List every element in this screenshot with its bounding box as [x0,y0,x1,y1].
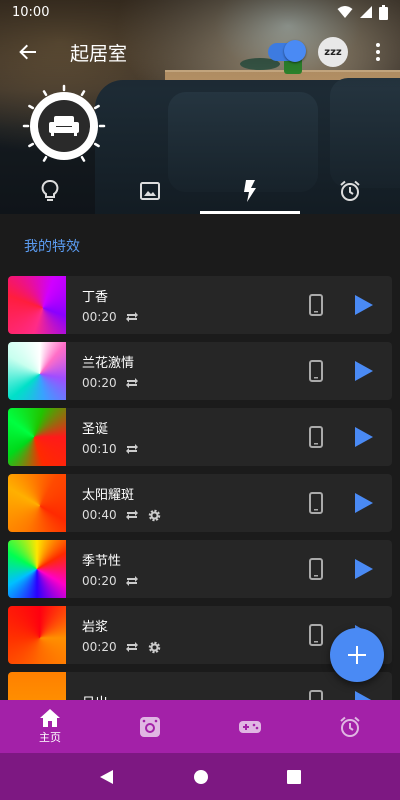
effect-color-swatch [8,276,66,334]
phone-icon [309,558,323,580]
add-effect-button[interactable] [330,628,384,682]
effect-duration: 00:20 [82,574,117,588]
wifi-icon [337,6,353,18]
alarm-icon [340,180,360,201]
bulb-icon [41,180,59,201]
effect-duration: 00:40 [82,508,117,522]
list-item[interactable]: 太阳耀斑 00:40 [8,474,392,532]
sleep-button[interactable]: zzz [318,37,348,67]
effect-duration: 00:10 [82,442,117,456]
play-icon [355,493,373,513]
gear-icon [148,509,160,521]
image-icon [140,182,160,200]
play-button[interactable] [336,427,392,447]
room-icon-badge[interactable] [22,84,106,168]
zzz-icon: zzz [324,46,342,58]
section-title-my-effects: 我的特效 [24,239,80,255]
list-item[interactable]: 丁香 00:20 [8,276,392,334]
repeat-icon [125,576,138,586]
effect-name: 兰花激情 [82,356,135,371]
repeat-icon [125,378,138,388]
app-bar: 起居室 zzz [0,28,400,76]
room-tabs [0,168,400,214]
more-options-button[interactable] [366,32,390,72]
system-navigation-bar [0,753,400,800]
signal-icon [360,6,372,18]
list-item[interactable]: 圣诞 00:10 [8,408,392,466]
home-nav-icon[interactable] [193,769,209,785]
list-item[interactable]: 日出 [8,672,392,700]
phone-icon [309,624,323,646]
nav-home[interactable]: 主页 [0,700,100,753]
effect-color-swatch [8,672,66,700]
repeat-icon [125,642,138,652]
list-item[interactable]: 兰花激情 00:20 [8,342,392,400]
effect-duration: 00:20 [82,376,117,390]
nav-home-label: 主页 [39,730,61,744]
play-button[interactable] [336,559,392,579]
repeat-icon [125,510,138,520]
arrow-back-icon [19,44,36,60]
play-icon [355,427,373,447]
phone-icon [309,360,323,382]
nav-routines[interactable] [300,700,400,753]
play-button[interactable] [336,361,392,381]
gamepad-icon [239,720,261,733]
effect-name: 季节性 [82,554,122,569]
effect-color-swatch [8,606,66,664]
effect-color-swatch [8,408,66,466]
flash-icon [244,180,256,202]
effect-duration: 00:20 [82,640,117,654]
effect-name: 圣诞 [82,422,109,437]
effect-color-swatch [8,540,66,598]
page-title: 起居室 [70,42,128,65]
back-button[interactable] [4,28,52,76]
status-time: 10:00 [12,4,50,20]
play-button[interactable] [336,493,392,513]
repeat-icon [125,312,138,322]
status-bar: 10:00 [0,0,400,24]
room-power-toggle[interactable] [268,40,306,62]
phone-icon [309,294,323,316]
tab-lights[interactable] [0,168,100,214]
repeat-icon [125,444,138,454]
sofa-icon [49,116,79,136]
effect-color-swatch [8,342,66,400]
nav-entertainment[interactable] [200,700,300,753]
tab-scenes[interactable] [100,168,200,214]
phone-icon [309,426,323,448]
effects-list: 丁香 00:20 兰花激情 00:20 圣诞 00:10 太阳耀斑 00:40 … [8,276,392,700]
effect-name: 岩浆 [82,619,109,635]
phone-icon [309,492,323,514]
bottom-navigation: 主页 [0,700,400,753]
play-icon [355,559,373,579]
battery-icon [379,4,388,20]
play-icon [355,361,373,381]
play-button[interactable] [336,691,392,700]
phone-icon [309,690,323,700]
tab-effects[interactable] [200,168,300,214]
play-button[interactable] [336,295,392,315]
effect-name: 日出 [82,692,296,701]
back-nav-icon[interactable] [99,769,115,785]
effect-name: 太阳耀斑 [82,487,135,503]
gear-icon [148,641,160,653]
tab-routines[interactable] [300,168,400,214]
bridge-icon [140,716,160,737]
home-icon [40,708,60,727]
alarm-clock-icon [340,716,360,737]
plus-icon [348,646,366,664]
effect-color-swatch [8,474,66,532]
play-icon [355,691,372,700]
effect-name: 丁香 [82,290,109,305]
recents-nav-icon[interactable] [287,769,301,784]
play-icon [355,295,373,315]
effect-duration: 00:20 [82,310,117,324]
nav-devices[interactable] [100,700,200,753]
list-item[interactable]: 季节性 00:20 [8,540,392,598]
